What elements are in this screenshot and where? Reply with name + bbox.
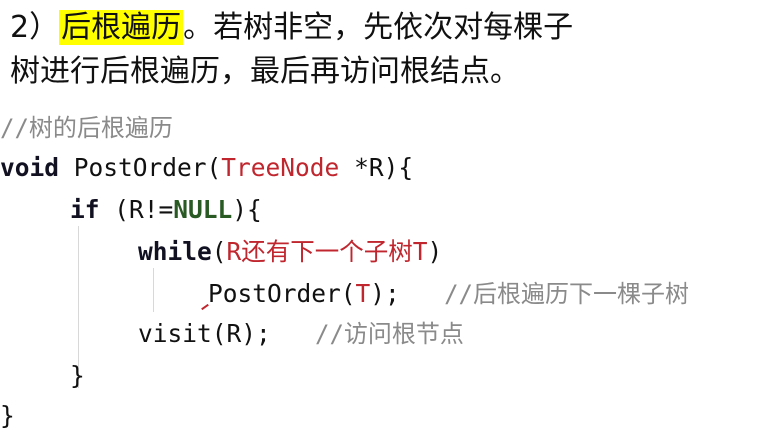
- comment-title: //树的后根遍历: [0, 114, 173, 142]
- code-line-signature: void PostOrder(TreeNode *R){: [0, 148, 413, 188]
- close-outer-brace: }: [0, 401, 15, 430]
- indent-guide-inner: [153, 268, 154, 312]
- heading-highlight: 后根遍历: [59, 10, 184, 45]
- call-end: );: [370, 279, 400, 308]
- heading-line-2: 树进行后根遍历，最后再访问根结点。: [10, 54, 520, 89]
- while-condition: R还有下一个子树T: [226, 237, 428, 266]
- close-inner-brace: }: [70, 361, 85, 390]
- heading-line1-rest: 。若树非空，先依次对每棵子: [183, 10, 574, 45]
- code-line-if: if (R!=NULL){: [70, 190, 262, 230]
- if-keyword: if: [70, 195, 100, 224]
- visit-comment: //访问根节点: [315, 320, 464, 348]
- code-line-close-inner: }: [70, 356, 85, 396]
- code-line-visit: visit(R); //访问根节点: [138, 314, 464, 354]
- while-open: (: [211, 237, 227, 266]
- function-name: PostOrder(: [73, 153, 222, 182]
- code-line-call: PostOrder(T); //后根遍历下一棵子树: [208, 274, 689, 314]
- call-arg: T: [355, 279, 371, 308]
- heading-line-1: 2）后根遍历。若树非空，先依次对每棵子: [10, 6, 775, 50]
- call-comment: //后根遍历下一棵子树: [444, 280, 689, 308]
- heading-prefix: 2）: [10, 10, 60, 45]
- void-keyword: void: [0, 153, 60, 182]
- code-line-while: while(R还有下一个子树T): [138, 232, 442, 272]
- visit-call: visit(R);: [138, 319, 271, 348]
- param-rest: *R){: [339, 153, 414, 182]
- code-line-comment: //树的后根遍历: [0, 108, 173, 148]
- heading: 2）后根遍历。若树非空，先依次对每棵子 树进行后根遍历，最后再访问根结点。: [10, 6, 775, 94]
- while-keyword: while: [138, 237, 212, 266]
- if-open: (R!=: [99, 195, 174, 224]
- code-line-close-outer: }: [0, 396, 15, 436]
- if-close: ){: [232, 195, 262, 224]
- while-close: ): [427, 237, 443, 266]
- call-name: PostOrder(: [208, 279, 356, 308]
- null-keyword: NULL: [173, 195, 233, 224]
- param-type: TreeNode: [221, 153, 340, 182]
